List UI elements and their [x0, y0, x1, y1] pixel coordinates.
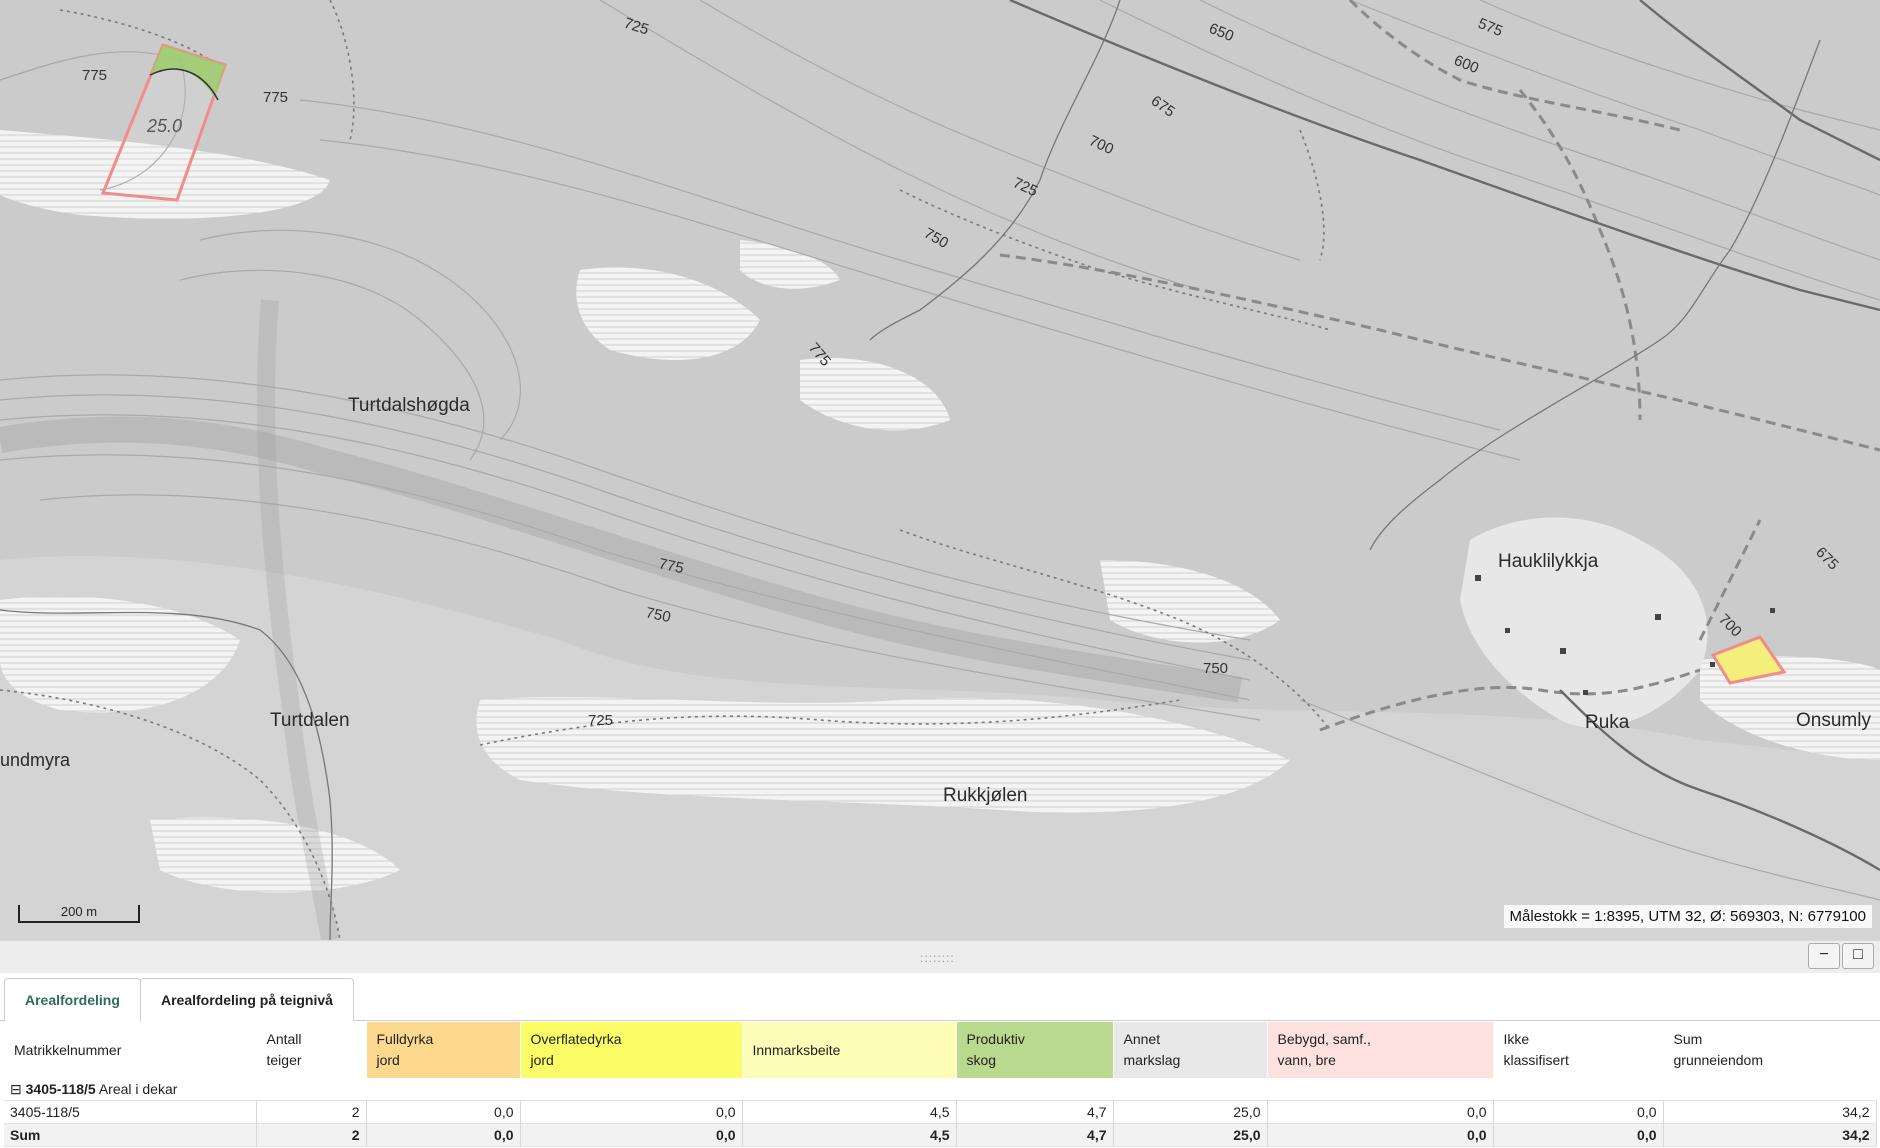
column-header-line: Antall — [266, 1031, 302, 1047]
column-header-line: Produktiv — [966, 1031, 1025, 1047]
column-header[interactable]: Matrikkelnummer — [4, 1022, 257, 1078]
contour-label: 750 — [1203, 660, 1228, 677]
column-header[interactable]: Bebygd, samf., vann, bre — [1267, 1022, 1494, 1078]
scale-info: Målestokk = 1:8395, UTM 32, Ø: 569303, N… — [1503, 905, 1872, 928]
column-header-line: Annet — [1123, 1031, 1161, 1047]
panel-splitter[interactable]: :::::::: − □ — [0, 940, 1880, 973]
column-header-line: jord — [530, 1052, 554, 1068]
column-header[interactable]: Innmarksbeite — [742, 1022, 957, 1078]
place-name-hauklilykkja: Hauklilykkja — [1498, 551, 1599, 572]
column-header[interactable]: Antall teiger — [256, 1022, 367, 1078]
table-cell: 3405-118/5 — [4, 1100, 257, 1124]
column-header-line: Ikke — [1503, 1031, 1530, 1047]
bottom-panel: :::::::: − □ Arealfordeling Arealfordeli… — [0, 940, 1880, 1148]
table-cell: 4,5 — [742, 1123, 957, 1147]
column-header-line: jord — [376, 1052, 400, 1068]
table-cell: 4,5 — [742, 1100, 957, 1124]
table-cell: 25,0 — [1113, 1100, 1268, 1124]
map-view[interactable]: Turtdalshøgda Turtdalen undmyra Rukkjøle… — [0, 0, 1880, 940]
column-header[interactable]: Overflatedyrka jord — [520, 1022, 743, 1078]
column-header[interactable]: Ikke klassifisert — [1493, 1022, 1664, 1078]
column-header-line: Innmarksbeite — [752, 1041, 841, 1058]
place-name-turtdalen: Turtdalen — [270, 710, 350, 731]
column-header-line: teiger — [266, 1052, 302, 1068]
column-header-line: Bebygd, samf., — [1277, 1031, 1371, 1047]
table-cell: 0,0 — [366, 1123, 521, 1147]
scale-bar: 200 m — [18, 905, 140, 923]
contour-label: 775 — [263, 89, 288, 106]
table-cell: 0,0 — [1267, 1123, 1494, 1147]
group-row[interactable]: ⊟ 3405-118/5 Areal i dekar — [4, 1078, 1876, 1101]
column-header-line: grunneiendom — [1673, 1052, 1764, 1068]
group-cell[interactable]: ⊟ 3405-118/5 Areal i dekar — [4, 1078, 1876, 1101]
table-row[interactable]: 3405-118/5 2 0,0 0,0 4,5 4,7 25,0 0,0 0,0 34,2 — [4, 1100, 1877, 1124]
place-name-turtdalshogda: Turtdalshøgda — [348, 395, 470, 416]
column-header-line: Sum — [1673, 1031, 1703, 1047]
column-header-line: Overflatedyrka — [530, 1031, 622, 1047]
column-header-line: skog — [966, 1052, 997, 1068]
column-header[interactable]: Produktiv skog — [956, 1022, 1114, 1078]
table-cell: 0,0 — [1493, 1123, 1664, 1147]
table-cell: 0,0 — [1493, 1100, 1664, 1124]
place-name-ruka: Ruka — [1585, 712, 1630, 733]
sum-row: Sum 2 0,0 0,0 4,5 4,7 25,0 0,0 0,0 34,2 — [4, 1123, 1877, 1147]
table-cell: 4,7 — [956, 1100, 1114, 1124]
table-cell: 0,0 — [1267, 1100, 1494, 1124]
maximize-button[interactable]: □ — [1842, 943, 1874, 969]
tab-arealfordeling[interactable]: Arealfordeling — [4, 978, 141, 1022]
table-cell: 0,0 — [520, 1123, 743, 1147]
tab-arealfordeling-teigniva[interactable]: Arealfordeling på teignivå — [140, 978, 354, 1021]
table-cell: 0,0 — [366, 1100, 521, 1124]
drag-handle-icon[interactable]: :::::::: — [920, 951, 955, 965]
column-header-line: Matrikkelnummer — [14, 1041, 122, 1058]
column-header[interactable]: Sum grunneiendom — [1663, 1022, 1877, 1078]
column-header[interactable]: Annet markslag — [1113, 1022, 1268, 1078]
collapse-icon[interactable]: ⊟ — [10, 1081, 22, 1097]
table-cell: 25,0 — [1113, 1123, 1268, 1147]
column-header-line: klassifisert — [1503, 1052, 1569, 1068]
table-cell: 0,0 — [520, 1100, 743, 1124]
table-cell: 34,2 — [1663, 1100, 1877, 1124]
topographic-map[interactable]: Turtdalshøgda Turtdalen undmyra Rukkjøle… — [0, 0, 1880, 940]
parcel-area-label: 25.0 — [146, 116, 182, 136]
contour-label: 725 — [588, 712, 613, 729]
column-header[interactable]: Fulldyrka jord — [366, 1022, 521, 1078]
group-suffix: Areal i dekar — [98, 1080, 178, 1097]
table-cell: 34,2 — [1663, 1123, 1877, 1147]
table-cell: Sum — [4, 1123, 257, 1147]
group-id: 3405-118/5 — [25, 1080, 96, 1097]
area-table: Matrikkelnummer Antall teiger Fulldyrka jord… — [4, 1022, 1877, 1147]
panel-tabs: Arealfordeling Arealfordeling på teigniv… — [0, 972, 1880, 1022]
column-header-line: vann, bre — [1277, 1052, 1336, 1068]
column-header-line: Fulldyrka — [376, 1031, 434, 1047]
column-header-line: markslag — [1123, 1052, 1181, 1068]
table-cell: 2 — [256, 1100, 367, 1124]
place-name-undmyra: undmyra — [0, 750, 71, 770]
minimize-button[interactable]: − — [1808, 943, 1840, 969]
table-cell: 4,7 — [956, 1123, 1114, 1147]
place-name-onsumly: Onsumly — [1796, 710, 1871, 731]
table-cell: 2 — [256, 1123, 367, 1147]
table-header: Matrikkelnummer Antall teiger Fulldyrka jord… — [4, 1022, 1877, 1078]
place-name-rukkjolen: Rukkjølen — [943, 785, 1027, 806]
contour-label: 775 — [82, 67, 107, 84]
